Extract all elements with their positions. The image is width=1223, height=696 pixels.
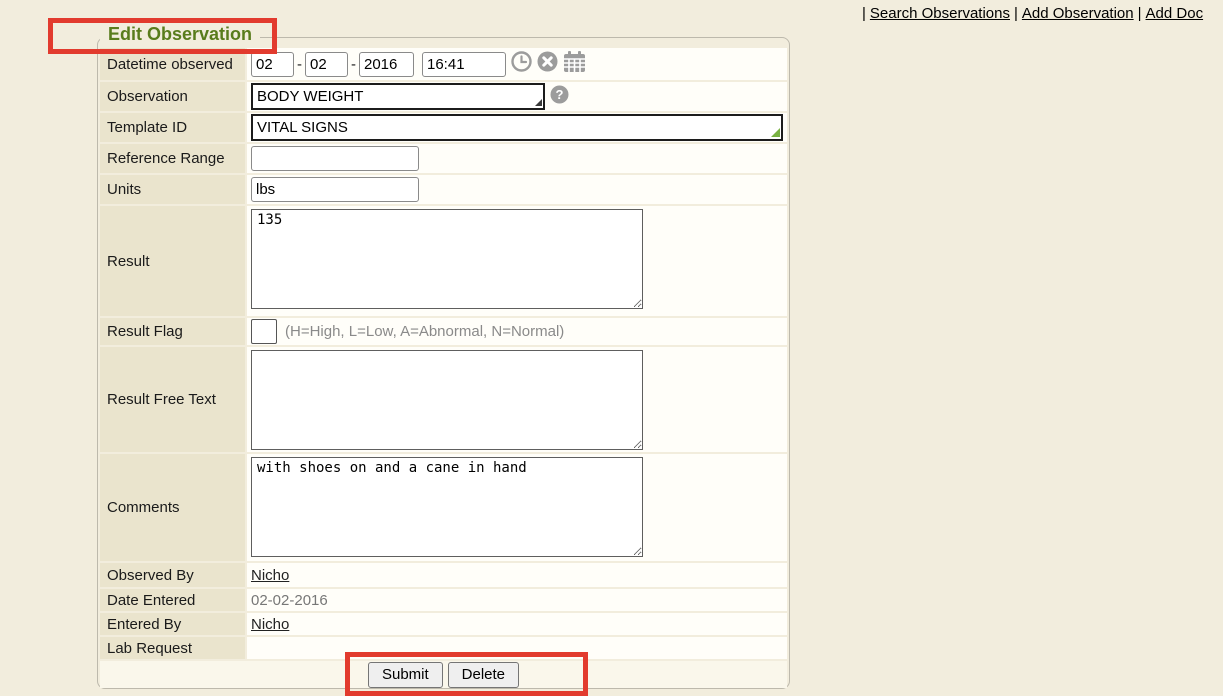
result-flag-hint: (H=High, L=Low, A=Abnormal, N=Normal)	[285, 323, 564, 340]
delete-button[interactable]: Delete	[448, 662, 519, 688]
value-observed-by: Nicho	[247, 563, 787, 587]
label-datetime-observed: Datetime observed	[100, 48, 245, 80]
observed-by-link[interactable]: Nicho	[251, 567, 289, 584]
row-comments: Comments with shoes on and a cane in han…	[100, 454, 787, 561]
help-icon[interactable]: ?	[550, 85, 569, 109]
value-result: 135	[247, 206, 787, 316]
value-result-free-text	[247, 347, 787, 452]
result-free-text-textarea[interactable]	[251, 350, 643, 450]
row-datetime-observed: Datetime observed - -	[100, 48, 787, 80]
row-template-id: Template ID	[100, 113, 787, 142]
label-result-free-text: Result Free Text	[100, 347, 245, 452]
date-separator: -	[351, 56, 356, 73]
row-lab-request: Lab Request	[100, 637, 787, 659]
nav-link-add-document[interactable]: Add Doc	[1146, 5, 1204, 22]
month-input[interactable]	[251, 52, 294, 77]
value-reference-range	[247, 144, 787, 173]
row-result: Result 135	[100, 206, 787, 316]
row-reference-range: Reference Range	[100, 144, 787, 173]
svg-text:?: ?	[556, 87, 564, 102]
value-comments: with shoes on and a cane in hand	[247, 454, 787, 561]
nav-separator: |	[858, 5, 870, 22]
nav-separator: |	[1010, 5, 1022, 22]
comments-textarea[interactable]: with shoes on and a cane in hand	[251, 457, 643, 557]
time-input[interactable]	[422, 52, 506, 77]
row-units: Units	[100, 175, 787, 204]
label-lab-request: Lab Request	[100, 637, 245, 659]
row-entered-by: Entered By Nicho	[100, 613, 787, 635]
result-flag-input[interactable]	[251, 319, 277, 344]
label-date-entered: Date Entered	[100, 589, 245, 611]
year-input[interactable]	[359, 52, 414, 77]
entered-by-link[interactable]: Nicho	[251, 616, 289, 633]
observation-input-wrap	[251, 83, 545, 110]
form-rows: Datetime observed - - Obs	[100, 48, 787, 688]
value-entered-by: Nicho	[247, 613, 787, 635]
value-template-id	[247, 113, 787, 142]
row-date-entered: Date Entered 02-02-2016	[100, 589, 787, 611]
template-id-input-wrap	[251, 114, 783, 141]
nav-separator: |	[1134, 5, 1146, 22]
label-units: Units	[100, 175, 245, 204]
date-entered-text: 02-02-2016	[251, 592, 328, 609]
value-observation: ?	[247, 82, 787, 111]
row-result-free-text: Result Free Text	[100, 347, 787, 452]
label-comments: Comments	[100, 454, 245, 561]
edit-observation-panel: Edit Observation Datetime observed - -	[97, 37, 790, 689]
label-result-flag: Result Flag	[100, 318, 245, 345]
label-result: Result	[100, 206, 245, 316]
day-input[interactable]	[305, 52, 348, 77]
template-id-input[interactable]	[251, 114, 783, 141]
label-observation: Observation	[100, 82, 245, 111]
submit-button[interactable]: Submit	[368, 662, 443, 688]
label-reference-range: Reference Range	[100, 144, 245, 173]
value-date-entered: 02-02-2016	[247, 589, 787, 611]
label-entered-by: Entered By	[100, 613, 245, 635]
reference-range-input[interactable]	[251, 146, 419, 171]
nav-link-search-observations[interactable]: Search Observations	[870, 5, 1010, 22]
clock-icon[interactable]	[511, 51, 532, 77]
calendar-icon[interactable]	[563, 51, 586, 78]
value-datetime-observed: - -	[247, 48, 787, 80]
page-title: Edit Observation	[100, 24, 260, 45]
row-result-flag: Result Flag (H=High, L=Low, A=Abnormal, …	[100, 318, 787, 345]
clear-icon[interactable]	[537, 51, 558, 77]
top-nav: |Search Observations|Add Observation|Add…	[858, 5, 1203, 22]
observation-input[interactable]	[251, 83, 545, 110]
form-footer: Submit Delete	[100, 661, 787, 688]
date-separator: -	[297, 56, 302, 73]
result-textarea[interactable]: 135	[251, 209, 643, 309]
value-result-flag: (H=High, L=Low, A=Abnormal, N=Normal)	[247, 318, 787, 345]
units-input[interactable]	[251, 177, 419, 202]
row-observation: Observation ?	[100, 82, 787, 111]
value-units	[247, 175, 787, 204]
label-observed-by: Observed By	[100, 563, 245, 587]
row-observed-by: Observed By Nicho	[100, 563, 787, 587]
label-template-id: Template ID	[100, 113, 245, 142]
nav-link-add-observation[interactable]: Add Observation	[1022, 5, 1134, 22]
value-lab-request	[247, 637, 787, 659]
